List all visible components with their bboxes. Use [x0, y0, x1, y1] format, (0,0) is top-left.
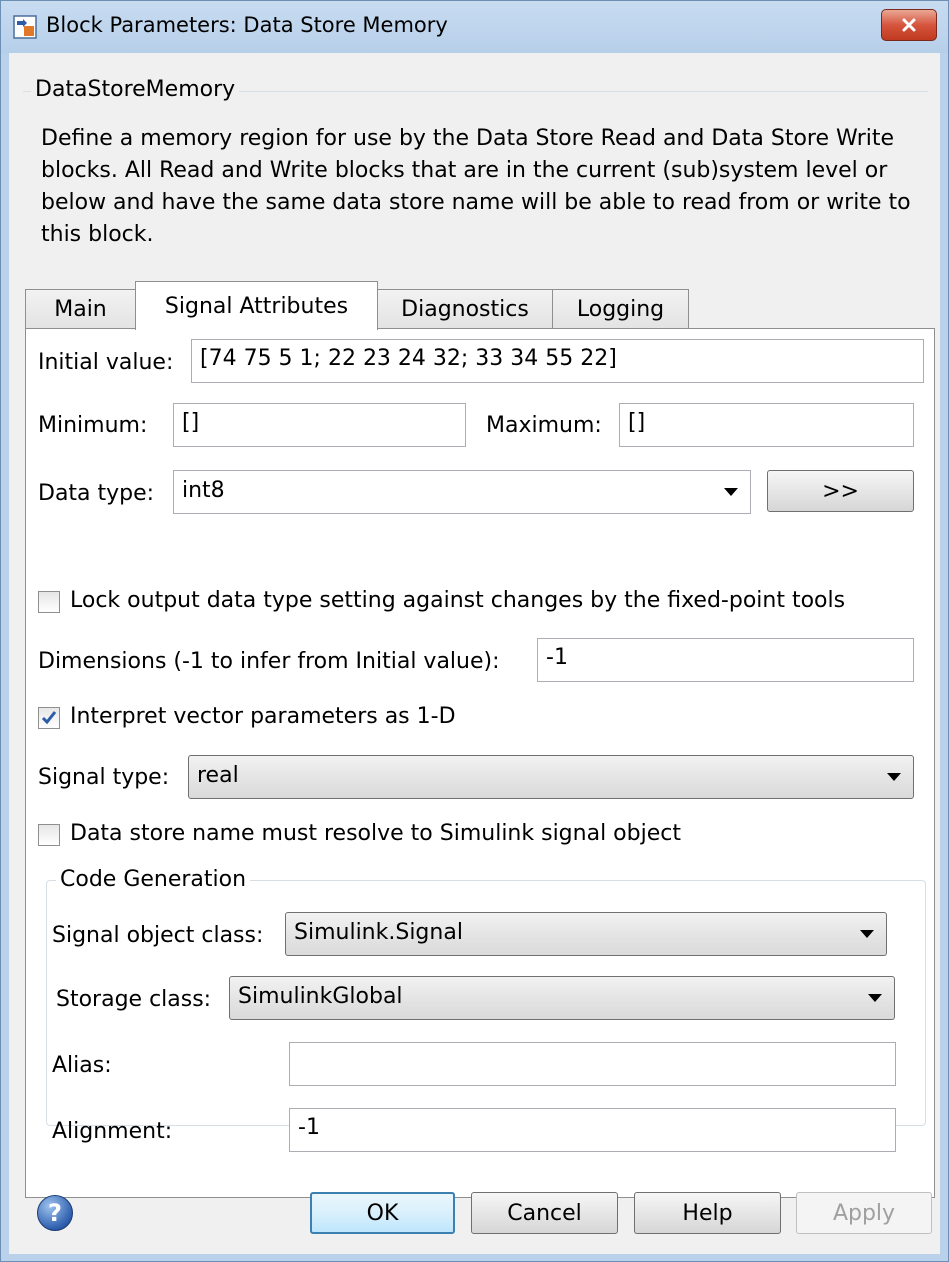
minimum-field[interactable]: [] — [173, 403, 466, 447]
chevron-down-icon — [724, 488, 738, 496]
lock-checkbox[interactable] — [38, 591, 60, 613]
signal-object-class-label: Signal object class: — [52, 923, 264, 948]
code-generation-title: Code Generation — [56, 867, 251, 892]
dimensions-label: Dimensions (-1 to infer from Initial val… — [38, 649, 500, 674]
interpret-label: Interpret vector parameters as 1-D — [70, 704, 456, 729]
help-button[interactable]: Help — [634, 1192, 781, 1234]
alignment-field[interactable]: -1 — [289, 1108, 896, 1152]
description-group-title: DataStoreMemory — [31, 77, 240, 102]
signal-attributes-panel: Initial value: [74 75 5 1; 22 23 24 32; … — [25, 328, 935, 1198]
signal-type-label: Signal type: — [38, 765, 170, 790]
tab-strip: Main Signal Attributes Diagnostics Loggi… — [25, 281, 935, 330]
interpret-checkbox[interactable] — [38, 707, 60, 729]
apply-button[interactable]: Apply — [796, 1192, 932, 1234]
resolve-label: Data store name must resolve to Simulink… — [70, 821, 681, 846]
dimensions-field[interactable]: -1 — [537, 638, 914, 682]
storage-class-dropdown[interactable]: SimulinkGlobal — [229, 976, 895, 1020]
alias-field[interactable] — [289, 1042, 896, 1086]
data-type-assistant-button[interactable]: >> — [767, 470, 914, 512]
lock-label: Lock output data type setting against ch… — [70, 588, 846, 613]
simulink-block-icon — [13, 15, 37, 39]
alias-label: Alias: — [52, 1053, 112, 1078]
dialog-client-area: DataStoreMemory Define a memory region f… — [9, 53, 940, 1254]
storage-class-label: Storage class: — [56, 987, 212, 1012]
tab-signal-attributes[interactable]: Signal Attributes — [135, 281, 378, 330]
title-bar[interactable]: Block Parameters: Data Store Memory — [1, 1, 948, 53]
data-type-value: int8 — [182, 478, 225, 503]
tab-diagnostics[interactable]: Diagnostics — [377, 289, 553, 329]
maximum-field[interactable]: [] — [619, 403, 914, 447]
alignment-label: Alignment: — [52, 1119, 173, 1144]
checkmark-icon — [41, 711, 57, 725]
initial-value-field[interactable]: [74 75 5 1; 22 23 24 32; 33 34 55 22] — [191, 339, 924, 383]
cancel-button[interactable]: Cancel — [471, 1192, 618, 1234]
resolve-checkbox[interactable] — [38, 824, 60, 846]
tab-main[interactable]: Main — [25, 289, 136, 329]
minimum-label: Minimum: — [38, 413, 148, 438]
tab-logging[interactable]: Logging — [552, 289, 689, 329]
chevron-down-icon — [887, 773, 901, 781]
signal-object-class-value: Simulink.Signal — [294, 920, 463, 945]
signal-type-value: real — [197, 763, 239, 788]
signal-type-dropdown[interactable]: real — [188, 755, 914, 799]
close-button[interactable] — [881, 9, 937, 41]
initial-value-label: Initial value: — [38, 350, 174, 375]
chevron-down-icon — [868, 994, 882, 1002]
data-type-label: Data type: — [38, 481, 155, 506]
close-icon — [902, 18, 916, 32]
data-type-dropdown[interactable]: int8 — [173, 470, 751, 514]
window-title: Block Parameters: Data Store Memory — [46, 13, 448, 37]
storage-class-value: SimulinkGlobal — [238, 984, 403, 1009]
dialog-window: Block Parameters: Data Store Memory Data… — [0, 0, 949, 1262]
signal-object-class-dropdown[interactable]: Simulink.Signal — [285, 912, 887, 956]
maximum-label: Maximum: — [486, 413, 602, 438]
help-icon[interactable]: ? — [37, 1195, 73, 1231]
chevron-down-icon — [860, 930, 874, 938]
description-text: Define a memory region for use by the Da… — [41, 126, 911, 247]
ok-button[interactable]: OK — [310, 1192, 455, 1234]
